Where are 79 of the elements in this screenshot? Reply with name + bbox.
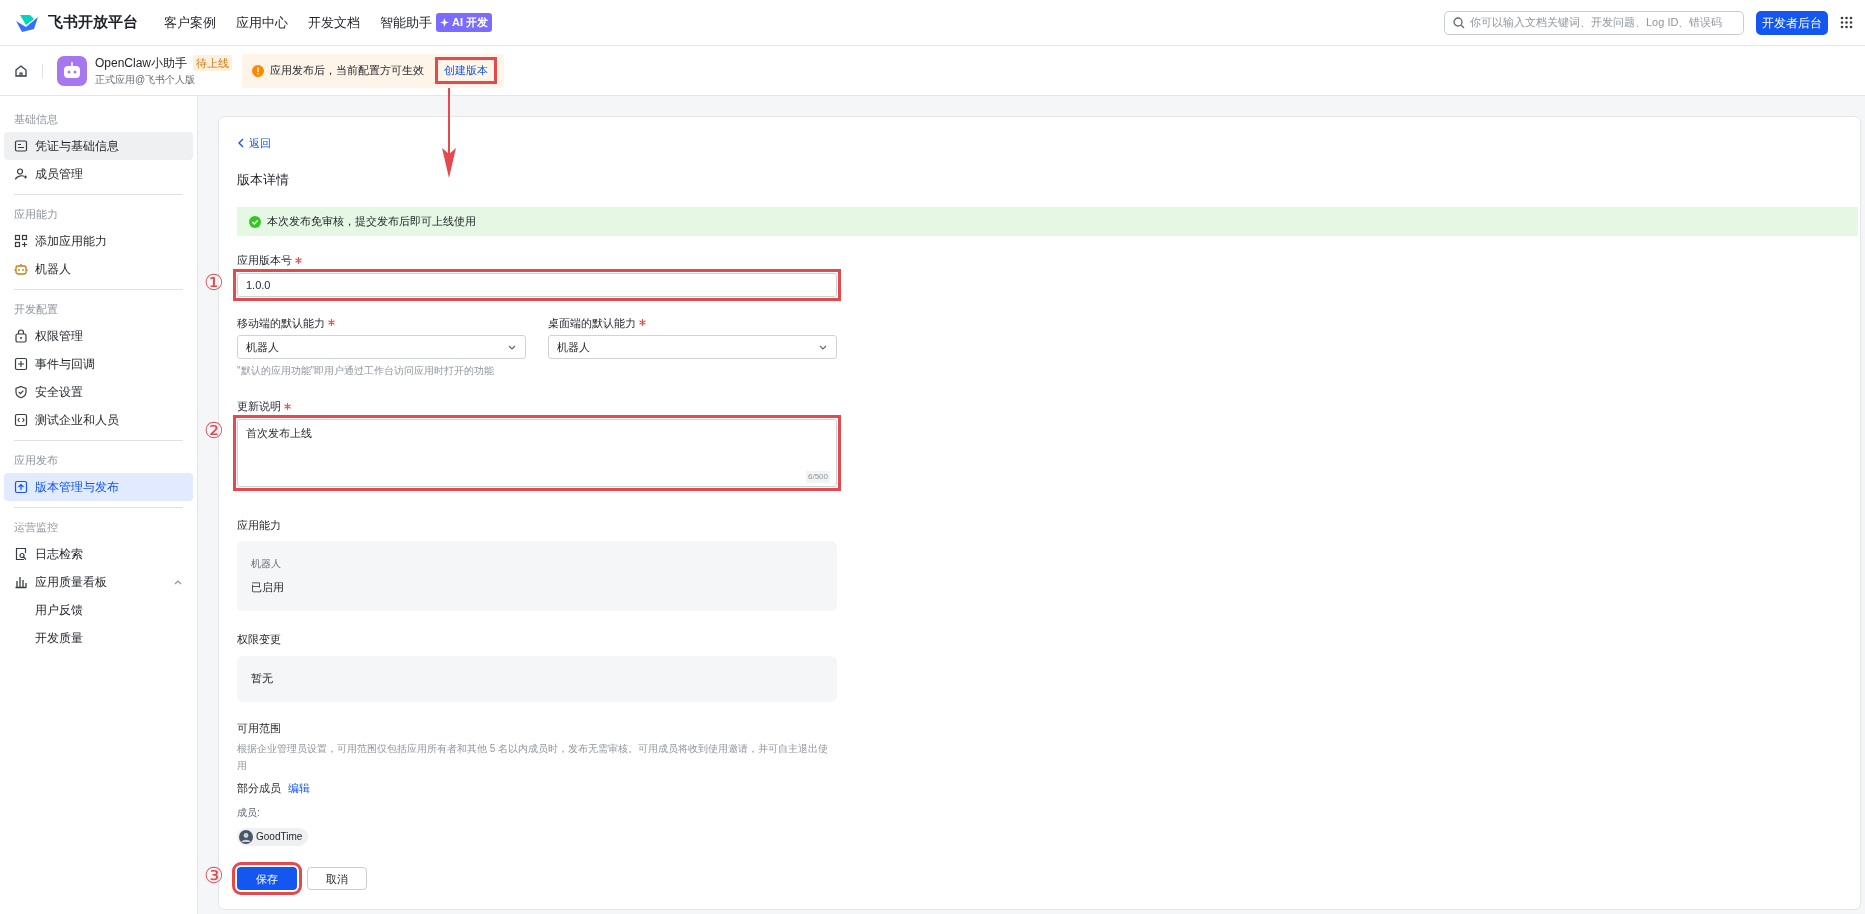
section-title: 应用能力 — [13, 206, 59, 222]
create-version-link[interactable]: 创建版本 — [438, 60, 495, 81]
capability-name: 机器人 — [251, 557, 282, 572]
section-label: 应用能力 — [237, 517, 282, 533]
robot-icon — [57, 55, 87, 86]
field-hint: "默认的应用功能"即用户通过工作台访问应用时打开的功能 — [237, 364, 496, 378]
sparkle-icon — [440, 18, 449, 27]
search-icon — [1453, 16, 1465, 29]
apps-grid-icon[interactable] — [1840, 16, 1853, 29]
ai-badge: AI 开发 — [436, 13, 493, 32]
logo-icon — [14, 12, 40, 33]
section-title: 开发配置 — [13, 301, 59, 317]
sidebar-item-icon — [14, 385, 28, 399]
version-input[interactable]: 1.0.0 — [237, 272, 837, 297]
sidebar-item[interactable]: 添加应用能力 — [4, 227, 193, 255]
capability-status: 已启用 — [251, 580, 285, 596]
select-field[interactable]: 机器人 — [548, 335, 837, 359]
sidebar-item-icon — [14, 357, 28, 371]
console-button[interactable]: 开发者后台 — [1756, 10, 1828, 35]
alert-text: 本次发布免审核，提交发布后即可上线使用 — [267, 214, 476, 230]
nav-link[interactable]: 应用中心 — [236, 12, 288, 33]
permission-value: 暂无 — [251, 671, 273, 687]
app-name: OpenClaw小助手 — [95, 55, 188, 72]
warning-icon — [252, 64, 265, 77]
scope-mode: 部分成员 — [237, 781, 281, 796]
check-circle-icon — [249, 215, 261, 228]
field-label: 更新说明 — [237, 399, 281, 414]
sidebar-item-icon — [14, 139, 28, 153]
sidebar-item-icon — [14, 234, 28, 248]
sidebar-item[interactable]: 事件与回调 — [4, 350, 193, 378]
sidebar-item-icon — [14, 262, 28, 276]
field-label: 桌面端的默认能力 — [548, 315, 636, 331]
field-label: 应用版本号 — [237, 253, 292, 268]
back-link[interactable]: 返回 — [237, 135, 271, 152]
section-label: 可用范围 — [237, 720, 282, 736]
sidebar-item[interactable]: 机器人 — [4, 255, 193, 283]
sidebar-item-icon — [14, 329, 28, 343]
scope-description: 根据企业管理员设置，可用范围仅包括应用所有者和其他 5 名以内成员时，发布无需审核。可用成员将收到使用邀请，并可自主退出使用 — [237, 742, 830, 773]
step-number: ③ — [204, 864, 224, 887]
members-label: 成员: — [237, 805, 261, 820]
sidebar-item[interactable]: 凭证与基础信息 — [4, 132, 193, 160]
member-chip: GoodTime — [237, 827, 309, 846]
section-label: 权限变更 — [237, 632, 282, 647]
chevron-left-icon — [237, 138, 245, 149]
home-icon[interactable] — [14, 63, 28, 78]
sidebar-item[interactable]: 测试企业和人员 — [4, 406, 193, 434]
sidebar-item[interactable]: 用户反馈 — [4, 596, 193, 624]
sidebar-item[interactable]: 日志检索 — [4, 540, 193, 568]
sidebar-item[interactable]: 权限管理 — [4, 322, 193, 350]
sidebar-item-icon — [14, 480, 28, 494]
logo-text: 飞书开放平台 — [48, 12, 138, 33]
sidebar-item-icon — [14, 575, 28, 589]
select-field[interactable]: 机器人 — [237, 335, 526, 359]
sidebar-item[interactable]: 应用质量看板 — [4, 568, 193, 596]
section-title: 应用发布 — [13, 452, 59, 468]
page-title: 版本详情 — [237, 170, 290, 189]
section-title: 基础信息 — [13, 111, 59, 127]
sidebar-item[interactable]: 安全设置 — [4, 378, 193, 406]
sidebar-item-icon — [14, 413, 28, 427]
step-number: ② — [204, 420, 224, 442]
app-subtitle: 正式应用@飞书个人版 — [95, 73, 197, 87]
step-number: ① — [204, 272, 224, 294]
sidebar-item-icon — [14, 167, 28, 181]
search-field[interactable]: 你可以输入文档关键词、开发问题、Log ID、错误码 — [1444, 10, 1744, 35]
cancel-button[interactable]: 取消 — [307, 867, 367, 891]
status-badge: 待上线 — [193, 54, 233, 72]
sidebar-item[interactable]: 开发质量 — [4, 624, 193, 652]
char-counter: 6/500 — [805, 470, 830, 483]
sidebar-item[interactable]: 版本管理与发布 — [4, 473, 193, 501]
section-title: 运营监控 — [13, 519, 59, 535]
notice-text: 应用发布后，当前配置方可生效 — [270, 63, 425, 79]
sidebar-item-icon — [14, 547, 28, 561]
sidebar-item[interactable]: 成员管理 — [4, 160, 193, 188]
nav-link[interactable]: 智能助手 — [380, 12, 432, 33]
edit-link[interactable]: 编辑 — [288, 780, 310, 797]
nav-link[interactable]: 客户案例 — [164, 12, 216, 33]
field-label: 移动端的默认能力 — [237, 315, 325, 331]
avatar-icon — [239, 829, 253, 844]
nav-link[interactable]: 开发文档 — [308, 12, 360, 33]
